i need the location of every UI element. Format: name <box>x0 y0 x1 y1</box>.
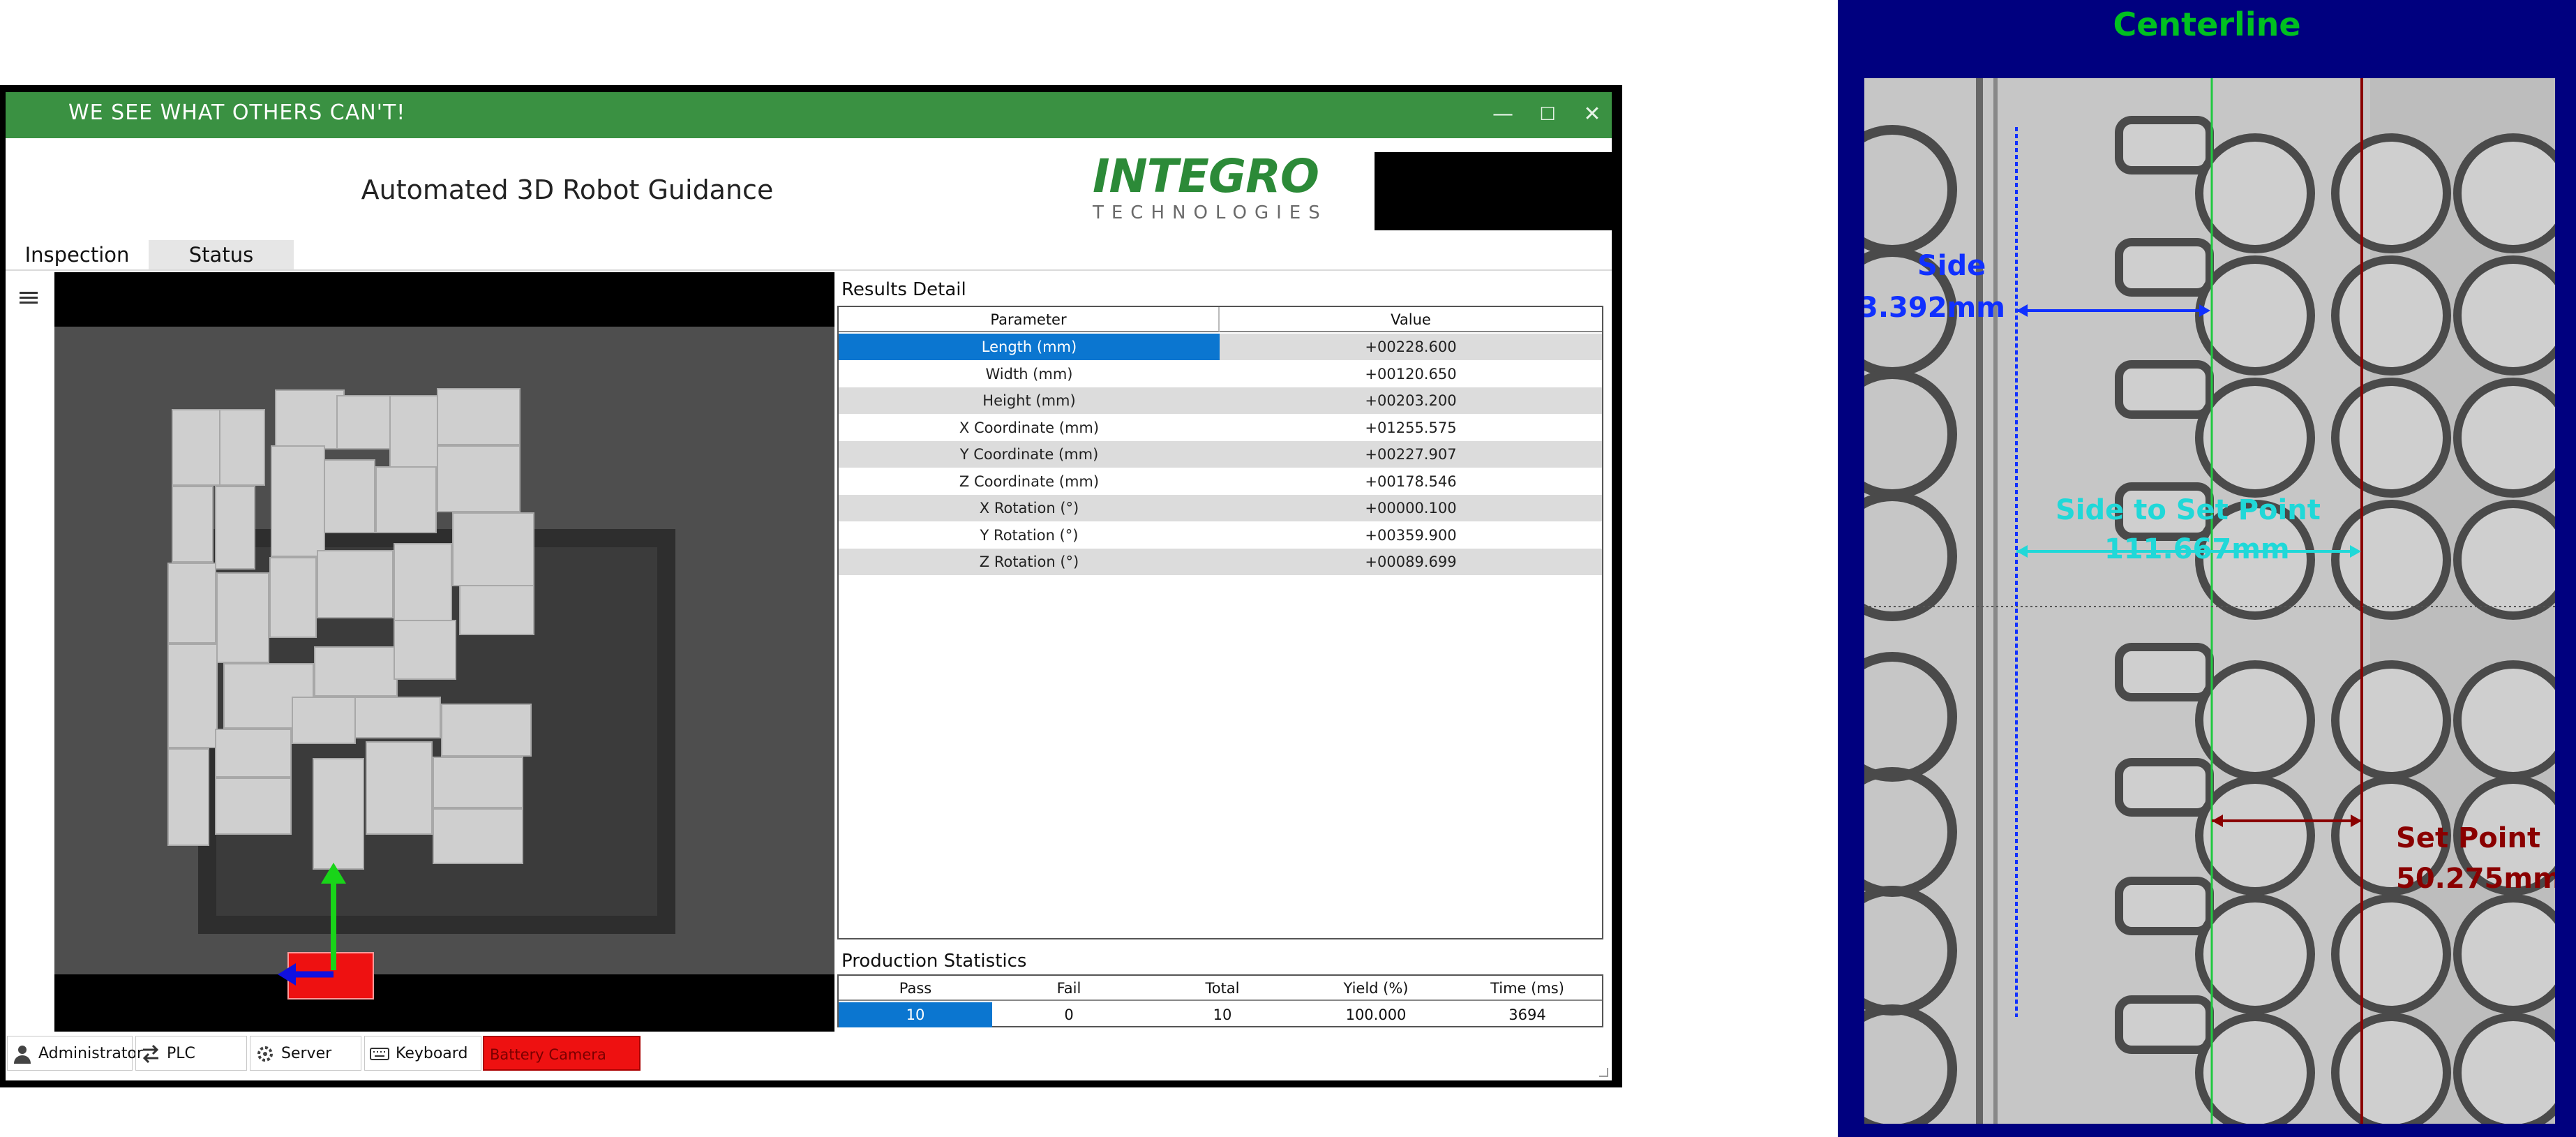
value-cell: +00359.900 <box>1365 526 1457 544</box>
server-label: Server <box>281 1045 332 1062</box>
result-row[interactable]: Y Rotation (°) +00359.900 <box>839 522 1602 549</box>
pass-count[interactable]: 10 <box>839 1002 992 1027</box>
hamburger-menu-icon[interactable] <box>20 289 38 307</box>
parameter-cell: Height (mm) <box>982 392 1076 409</box>
logo-subtitle: TECHNOLOGIES <box>1093 202 1328 223</box>
result-row[interactable]: Z Rotation (°) +00089.699 <box>839 549 1602 575</box>
tab-inspection[interactable]: Inspection <box>6 240 149 269</box>
camera-image: Side 3.392mm Side to Set Point 111.667mm… <box>1864 78 2555 1124</box>
parameter-cell: Width (mm) <box>985 365 1073 382</box>
set-point-label: Set Point <box>2396 822 2541 854</box>
battery-camera-offline-alert[interactable]: Battery Camera Offline <box>483 1036 641 1071</box>
tab-status[interactable]: Status <box>149 240 294 269</box>
yield-percent: 100.000 <box>1345 1006 1407 1023</box>
column-header-total: Total <box>1146 976 1299 1001</box>
parameter-cell: Z Coordinate (mm) <box>959 473 1100 490</box>
exchange-arrows-icon <box>142 1044 159 1064</box>
result-row[interactable]: Height (mm) +00203.200 <box>839 387 1602 414</box>
user-button[interactable]: Administrator <box>7 1036 143 1071</box>
result-row[interactable]: Length (mm) +00228.600 <box>839 334 1602 360</box>
user-icon <box>14 1046 31 1064</box>
result-row[interactable]: Z Coordinate (mm) +00178.546 <box>839 468 1602 495</box>
value-cell: +00227.907 <box>1365 446 1457 463</box>
server-gear-icon <box>257 1046 273 1062</box>
3d-viewer[interactable] <box>54 272 834 1032</box>
column-header-parameter: Parameter <box>839 307 1220 332</box>
app-window: WE SEE WHAT OTHERS CAN'T! — ☐ ✕ Automate… <box>0 85 1622 1087</box>
column-header-fail: Fail <box>992 976 1146 1001</box>
results-detail-title: Results Detail <box>841 279 966 300</box>
column-header-time: Time (ms) <box>1453 976 1602 1001</box>
minimize-button[interactable]: — <box>1483 98 1522 131</box>
tab-divider <box>6 269 1612 271</box>
cycle-time: 3694 <box>1508 1006 1546 1023</box>
production-table: Pass Fail Total Yield (%) Time (ms) 10 0… <box>837 974 1603 1027</box>
column-header-pass: Pass <box>839 976 992 1001</box>
alert-label: Battery Camera Offline <box>490 1046 606 1063</box>
value-cell: +00178.546 <box>1365 473 1457 490</box>
plc-label: PLC <box>167 1045 195 1062</box>
close-button[interactable]: ✕ <box>1573 98 1612 131</box>
side-to-set-point-label: Side to Set Point <box>2055 494 2321 526</box>
centerline-title: Centerline <box>2113 6 2301 43</box>
camera-inspection-panel: Centerline Side 3.392mm Side to Set Poin… <box>1838 0 2576 1137</box>
user-label: Administrator <box>38 1045 143 1062</box>
production-statistics-title: Production Statistics <box>841 951 1027 972</box>
result-row[interactable]: Y Coordinate (mm) +00227.907 <box>839 441 1602 468</box>
side-label: Side <box>1917 250 1986 282</box>
fail-count: 0 <box>1064 1006 1074 1023</box>
title-bar: WE SEE WHAT OTHERS CAN'T! — ☐ ✕ <box>6 92 1612 138</box>
result-row[interactable]: X Rotation (°) +00000.100 <box>839 495 1602 521</box>
value-cell: +00203.200 <box>1365 392 1457 409</box>
logo-wordmark: INTEGRO <box>1093 149 1319 203</box>
result-row[interactable]: Width (mm) +00120.650 <box>839 361 1602 387</box>
keyboard-button[interactable]: Keyboard <box>364 1036 481 1071</box>
plc-button[interactable]: PLC <box>135 1036 247 1071</box>
parameter-cell: Y Coordinate (mm) <box>959 446 1099 463</box>
parameter-cell: Z Rotation (°) <box>979 553 1079 570</box>
parameter-cell: X Rotation (°) <box>979 500 1079 517</box>
company-logo: INTEGRO TECHNOLOGIES <box>1093 154 1372 230</box>
value-cell: +00089.699 <box>1365 553 1457 570</box>
parameter-cell: X Coordinate (mm) <box>959 419 1100 436</box>
keyboard-label: Keyboard <box>396 1045 468 1062</box>
battery-strip-image <box>1864 78 2555 1124</box>
value-cell: +00000.100 <box>1365 500 1457 517</box>
result-row[interactable]: X Coordinate (mm) +01255.575 <box>839 415 1602 441</box>
set-point-value: 50.275mm <box>2396 863 2555 895</box>
parameter-cell: Length (mm) <box>839 334 1220 360</box>
side-to-set-point-value: 111.667mm <box>2104 533 2290 565</box>
keyboard-icon <box>370 1048 389 1060</box>
app-title: Automated 3D Robot Guidance <box>361 174 774 205</box>
window-title: WE SEE WHAT OTHERS CAN'T! <box>68 101 406 125</box>
results-table: Parameter Value Length (mm) +00228.600 Wid… <box>837 306 1603 939</box>
header-black-panel <box>1375 152 1612 230</box>
resize-grip-icon[interactable] <box>1596 1065 1609 1078</box>
value-cell: +00120.650 <box>1365 365 1457 382</box>
server-button[interactable]: Server <box>250 1036 361 1071</box>
column-header-value: Value <box>1220 307 1602 332</box>
app-window-content: WE SEE WHAT OTHERS CAN'T! — ☐ ✕ Automate… <box>6 92 1612 1080</box>
parameter-cell: Y Rotation (°) <box>980 526 1079 544</box>
column-header-yield: Yield (%) <box>1299 976 1453 1001</box>
status-bar: Administrator PLC Server Keyboard Batter… <box>6 1032 1612 1080</box>
value-cell: +01255.575 <box>1365 419 1457 436</box>
side-value: 3.392mm <box>1864 292 2005 324</box>
pose-axes-icon <box>278 863 346 986</box>
total-count: 10 <box>1213 1006 1232 1023</box>
value-cell: +00228.600 <box>1365 339 1457 355</box>
maximize-button[interactable]: ☐ <box>1528 98 1567 131</box>
